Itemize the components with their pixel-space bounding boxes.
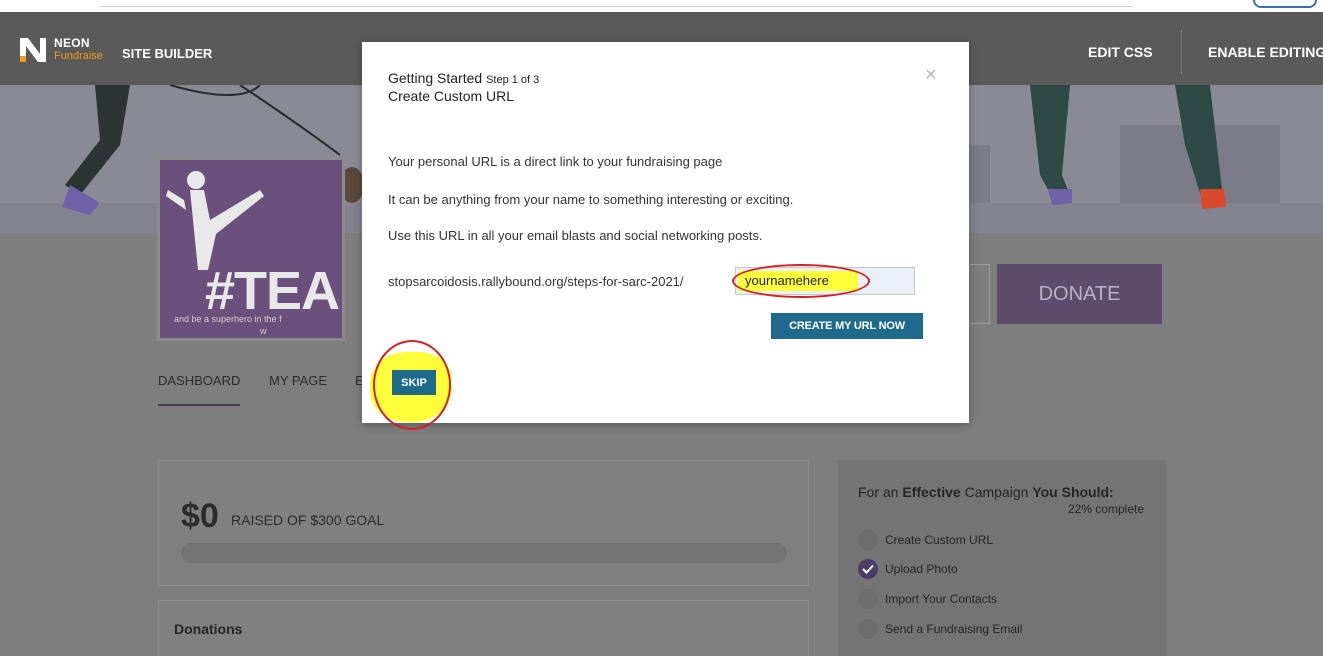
url-prefix: stopsarcoidosis.rallybound.org/steps-for… xyxy=(388,274,684,289)
divider xyxy=(100,6,1133,7)
checklist-dot-icon xyxy=(858,619,878,639)
modal-subtitle: Create Custom URL xyxy=(388,88,515,104)
checklist-item-label: Upload Photo xyxy=(885,562,958,576)
modal-title: Getting Started Step 1 of 3 xyxy=(388,70,540,86)
checklist-item-label: Import Your Contacts xyxy=(885,592,998,606)
tab-dashboard[interactable]: DASHBOARD xyxy=(158,373,241,406)
modal-text: Your personal URL is a direct link to yo… xyxy=(388,154,723,169)
checklist-item-label: Create Custom URL xyxy=(885,533,994,547)
raised-amount: $0 xyxy=(181,497,219,535)
edit-css-link[interactable]: EDIT CSS xyxy=(1088,44,1153,60)
annotation-circle xyxy=(732,264,870,298)
enable-editing-link[interactable]: ENABLE EDITING xyxy=(1208,44,1323,60)
fundraising-progress-bar xyxy=(181,543,787,563)
avatar-team-text: #TEAM xyxy=(205,261,342,321)
checklist-item-label: Send a Fundraising Email xyxy=(885,622,1023,636)
donations-card: Donations xyxy=(158,600,809,656)
checklist-percent: 22% complete xyxy=(1067,502,1144,516)
checkmark-icon xyxy=(858,559,878,579)
browser-top-strip xyxy=(0,0,1323,12)
fundraising-progress-card: $0 RAISED OF $300 GOAL xyxy=(158,460,809,586)
profile-avatar[interactable]: #TEAM and be a superhero in the f w xyxy=(157,157,345,341)
modal-text: Use this URL in all your email blasts an… xyxy=(388,228,763,243)
logo-fundraise-text: Fundraise xyxy=(54,50,103,62)
modal-step: Step 1 of 3 xyxy=(486,74,540,86)
raised-goal-text: RAISED OF $300 GOAL xyxy=(231,512,385,528)
top-pill-button[interactable] xyxy=(1253,0,1317,8)
donate-button[interactable]: DONATE xyxy=(997,264,1162,324)
annotation-circle xyxy=(373,340,451,430)
neon-logo[interactable]: NEON Fundraise xyxy=(18,34,110,64)
tab-my-page[interactable]: MY PAGE xyxy=(269,373,327,388)
site-builder-link[interactable]: SITE BUILDER xyxy=(122,46,212,61)
neon-logo-icon xyxy=(20,38,46,62)
checklist-dot-icon xyxy=(858,589,878,609)
campaign-checklist: For an Effective Campaign You Should: 22… xyxy=(838,460,1166,656)
checklist-heading: For an Effective Campaign You Should: xyxy=(858,484,1114,500)
checklist-dot-icon xyxy=(858,530,878,550)
header-divider xyxy=(1181,30,1182,74)
modal-text: It can be anything from your name to som… xyxy=(388,192,794,207)
getting-started-modal: × Getting Started Step 1 of 3 Create Cus… xyxy=(362,42,969,430)
avatar-subtext: w xyxy=(260,326,267,336)
avatar-subtext: and be a superhero in the f xyxy=(174,314,282,324)
logo-neon-text: NEON xyxy=(54,36,90,50)
donations-title: Donations xyxy=(174,621,243,637)
close-icon[interactable]: × xyxy=(925,64,937,87)
create-url-button[interactable]: CREATE MY URL NOW xyxy=(771,313,923,339)
